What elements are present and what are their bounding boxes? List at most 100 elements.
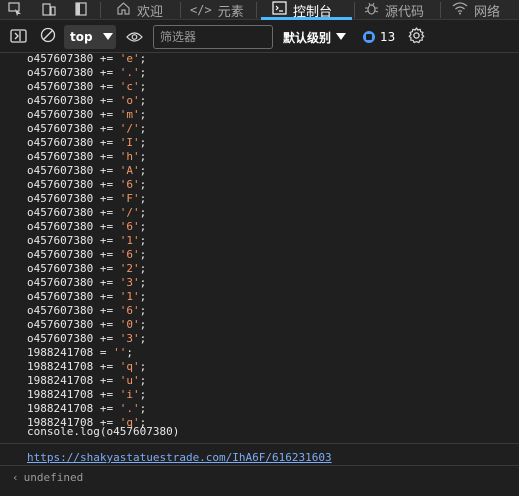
string-literal: '/' — [119, 206, 140, 219]
operator: += — [99, 248, 114, 261]
string-literal: 'h' — [119, 150, 140, 163]
variable-name: o457607380 — [27, 66, 94, 79]
console-settings-button[interactable] — [405, 25, 427, 49]
console-statement-line: o457607380 += 'o'; — [27, 94, 147, 107]
variable-name: o457607380 — [27, 150, 94, 163]
operator: += — [99, 192, 114, 205]
console-statement-line: o457607380 += '3'; — [27, 332, 147, 345]
variable-name: o457607380 — [27, 136, 94, 149]
console-toolbar: top 默认级别 13 — [0, 21, 519, 53]
clear-console-button[interactable] — [38, 25, 58, 49]
variable-name: o457607380 — [27, 108, 94, 121]
device-toolbar-icon[interactable] — [40, 0, 58, 18]
console-statement-line: o457607380 += 'I'; — [27, 136, 147, 149]
console-result: ‹ undefined — [12, 471, 83, 484]
operator: += — [99, 304, 114, 317]
output-url-link[interactable]: https://shakyastatuestrade.com/IhA6F/616… — [27, 451, 332, 464]
log-function: console.log — [27, 425, 100, 438]
variable-name: o457607380 — [27, 192, 94, 205]
tab-network[interactable]: 网络 — [452, 0, 500, 20]
string-literal: '3' — [119, 332, 140, 345]
eye-icon — [125, 28, 143, 47]
operator: += — [99, 220, 114, 233]
operator: += — [99, 66, 114, 79]
operator: += — [99, 108, 114, 121]
tab-label: 元素 — [217, 4, 244, 20]
console-statement-line: o457607380 += 'c'; — [27, 80, 147, 93]
console-statement-line: o457607380 += '6'; — [27, 248, 147, 261]
string-literal: 'm' — [119, 108, 140, 121]
variable-name: o457607380 — [27, 262, 94, 275]
string-literal: 'I' — [119, 136, 140, 149]
variable-name: o457607380 — [27, 234, 94, 247]
operator: += — [99, 94, 114, 107]
string-literal: 'q' — [119, 360, 140, 373]
operator: += — [99, 318, 114, 331]
active-tab-indicator — [261, 17, 352, 20]
tab-separator — [440, 2, 441, 18]
bug-icon — [364, 1, 379, 20]
tab-separator — [354, 2, 355, 18]
string-literal: '1' — [119, 290, 140, 303]
variable-name: 1988241708 — [27, 374, 94, 387]
log-levels-label: 默认级别 — [283, 30, 332, 45]
string-literal: 'e' — [119, 52, 140, 65]
operator: += — [99, 80, 114, 93]
console-statement-line: o457607380 += '/'; — [27, 206, 147, 219]
chevron-down-icon — [102, 30, 113, 44]
issues-count: 13 — [380, 30, 396, 44]
string-literal: 'u' — [119, 374, 140, 387]
operator: += — [99, 150, 114, 163]
operator: += — [99, 388, 114, 401]
variable-name: o457607380 — [27, 248, 94, 261]
string-literal: '.' — [119, 66, 140, 79]
console-statement-line: o457607380 += '6'; — [27, 220, 147, 233]
console-input-line: console.log(o457607380) — [27, 425, 180, 438]
console-output: o457607380 += 'e'; o457607380 += '.'; o457… — [0, 52, 519, 496]
variable-name: o457607380 — [27, 332, 94, 345]
operator: += — [99, 290, 114, 303]
operator: += — [99, 402, 114, 415]
operator: += — [99, 276, 114, 289]
string-literal: '6' — [119, 178, 140, 191]
operator: += — [99, 262, 114, 275]
variable-name: o457607380 — [27, 206, 94, 219]
variable-name: o457607380 — [27, 94, 94, 107]
tab-welcome[interactable]: 欢迎 — [116, 0, 163, 20]
string-literal: 'o' — [119, 94, 140, 107]
operator: += — [99, 136, 114, 149]
console-statement-line: o457607380 += 'm'; — [27, 108, 147, 121]
dock-panel-icon[interactable] — [72, 0, 90, 18]
tab-label: 网络 — [474, 4, 501, 20]
string-literal: 'i' — [119, 388, 140, 401]
inspect-element-icon[interactable] — [6, 0, 24, 18]
console-statement-line: o457607380 += 'h'; — [27, 150, 147, 163]
console-statement-line: o457607380 += '3'; — [27, 276, 147, 289]
tab-label: 欢迎 — [137, 4, 164, 20]
variable-name: 1988241708 — [27, 402, 94, 415]
string-literal: '3' — [119, 276, 140, 289]
wifi-icon — [452, 1, 468, 19]
variable-name: o457607380 — [27, 122, 94, 135]
javascript-context-select[interactable]: top — [64, 25, 116, 49]
string-literal: '/' — [119, 122, 140, 135]
variable-name: o457607380 — [27, 178, 94, 191]
string-literal: '' — [113, 346, 127, 359]
console-statement-line: 1988241708 += 'u'; — [27, 374, 147, 387]
tab-elements[interactable]: </> 元素 — [190, 0, 244, 20]
filter-input[interactable] — [153, 25, 273, 49]
issues-counter[interactable]: 13 — [363, 25, 395, 49]
operator: += — [99, 360, 114, 373]
variable-name: 1988241708 — [27, 346, 94, 359]
live-expression-button[interactable] — [123, 25, 145, 49]
log-levels-dropdown[interactable]: 默认级别 — [283, 25, 347, 49]
string-literal: '6' — [119, 304, 140, 317]
message-divider — [0, 443, 519, 444]
string-literal: 'c' — [119, 80, 140, 93]
variable-name: o457607380 — [27, 276, 94, 289]
sidebar-icon — [9, 28, 27, 47]
console-statement-line: o457607380 += '6'; — [27, 178, 147, 191]
show-sidebar-button[interactable] — [8, 25, 28, 49]
operator: += — [99, 206, 114, 219]
tab-sources[interactable]: 源代码 — [364, 0, 424, 20]
